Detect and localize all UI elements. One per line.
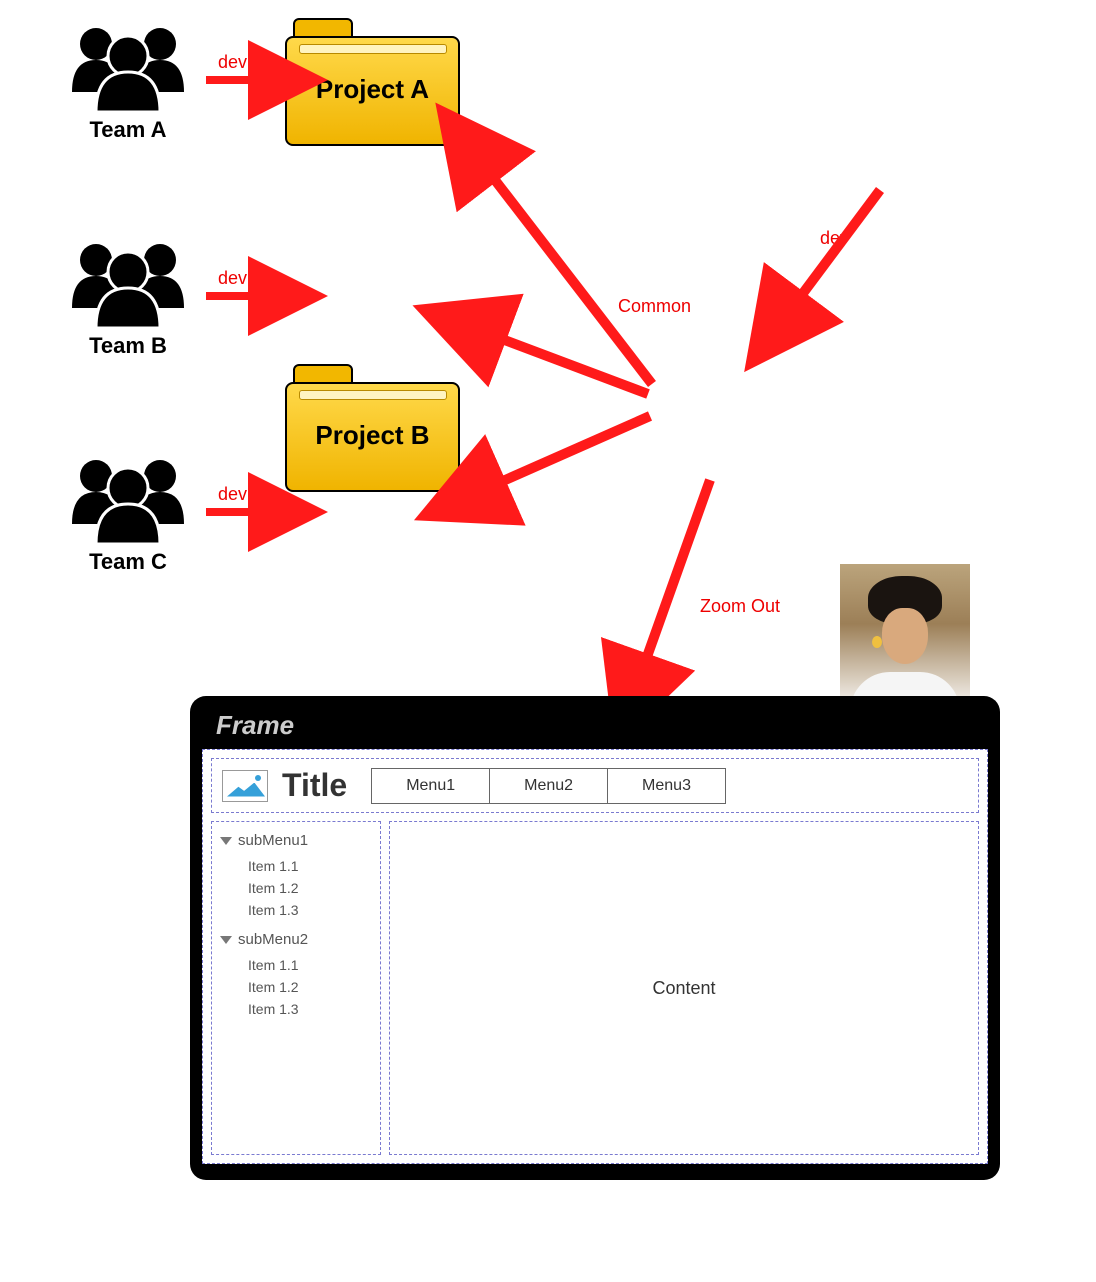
sidebar-group: subMenu1 Item 1.1 Item 1.2 Item 1.3: [220, 832, 372, 921]
sidebar-item[interactable]: Item 1.1: [248, 954, 372, 976]
arrow-label-zoomout: Zoom Out: [700, 596, 780, 617]
sidebar-item[interactable]: Item 1.1: [248, 855, 372, 877]
frame-title: Frame: [216, 710, 988, 741]
folder-label: Project A: [285, 74, 460, 105]
chevron-down-icon: [220, 936, 232, 944]
menu-item[interactable]: Menu3: [608, 769, 725, 803]
avatar: [840, 564, 970, 714]
arrow-label-common: Common: [618, 296, 691, 317]
arrow-label-dev: dev: [218, 484, 247, 505]
team-label: Team A: [58, 117, 198, 143]
logo-icon: [222, 770, 268, 802]
frame-inner: Title Menu1 Menu2 Menu3 subMenu1 Item 1.…: [202, 749, 988, 1164]
people-icon: [58, 22, 198, 112]
sidebar-group: subMenu2 Item 1.1 Item 1.2 Item 1.3: [220, 931, 372, 1020]
frame-window: Frame Title Menu1 Menu2 Menu3 subMenu1 I…: [190, 696, 1000, 1180]
wf-header: Title Menu1 Menu2 Menu3: [211, 758, 979, 813]
arrow-label-dev: dev: [218, 268, 247, 289]
team-label: Team B: [58, 333, 198, 359]
folder-label: Project B: [285, 420, 460, 451]
people-icon: [58, 454, 198, 544]
folder-project-b: Project B: [285, 364, 460, 494]
arrow-label-dev: dev: [820, 228, 849, 249]
wf-content: Content: [389, 821, 979, 1155]
arrow-label-dev: dev: [218, 52, 247, 73]
sidebar-item[interactable]: Item 1.3: [248, 899, 372, 921]
wf-menus: Menu1 Menu2 Menu3: [371, 768, 726, 804]
sidebar-group-header[interactable]: subMenu1: [220, 832, 372, 849]
sidebar-group-title: subMenu1: [238, 832, 308, 849]
team-a: Team A: [58, 22, 198, 143]
menu-item[interactable]: Menu1: [372, 769, 490, 803]
team-c: Team C: [58, 454, 198, 575]
menu-item[interactable]: Menu2: [490, 769, 608, 803]
sidebar-item[interactable]: Item 1.2: [248, 976, 372, 998]
content-label: Content: [652, 978, 715, 999]
team-b: Team B: [58, 238, 198, 359]
wf-sidebar: subMenu1 Item 1.1 Item 1.2 Item 1.3 subM…: [211, 821, 381, 1155]
page-title: Title: [282, 767, 347, 804]
folder-project-a: Project A: [285, 18, 460, 148]
sidebar-item[interactable]: Item 1.2: [248, 877, 372, 899]
sidebar-group-header[interactable]: subMenu2: [220, 931, 372, 948]
chevron-down-icon: [220, 837, 232, 845]
team-label: Team C: [58, 549, 198, 575]
people-icon: [58, 238, 198, 328]
sidebar-group-title: subMenu2: [238, 931, 308, 948]
sidebar-item[interactable]: Item 1.3: [248, 998, 372, 1020]
